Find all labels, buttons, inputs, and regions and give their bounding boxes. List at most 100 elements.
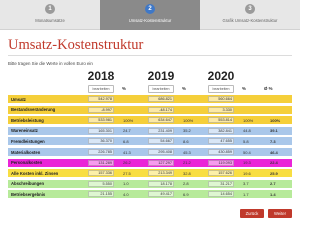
value-field[interactable]: 3.330 <box>208 106 234 113</box>
value-field[interactable]: 533.981 <box>88 117 114 124</box>
value-field[interactable]: 131.289 <box>88 159 114 166</box>
value-field[interactable]: 560.664 <box>208 96 234 102</box>
step-3[interactable]: 3 Grafik Umsatz-Kostenstruktur <box>200 0 300 30</box>
page-title: Umsatz-Kostenstruktur <box>8 37 144 53</box>
step-label: Monatsumsätze <box>35 18 65 23</box>
edit-button-2020[interactable]: bearbeiten <box>208 85 234 93</box>
table-row: Abschreibungen 5.550 1.0 18.178 2.8 31.217 3.7… <box>8 179 292 188</box>
step-label: Grafik Umsatz-Kostenstruktur <box>222 18 278 23</box>
percent-value: 41.3 <box>123 149 131 155</box>
value-field[interactable]: 21.155 <box>88 191 114 198</box>
row-label: Personalkosten <box>11 160 43 166</box>
value-field[interactable]: 54.667 <box>148 138 174 145</box>
avg-percent-value: 22.4 <box>270 160 278 166</box>
value-field[interactable]: 165.301 <box>88 127 114 134</box>
avg-pct-header: Ø % <box>264 86 273 91</box>
step-number: 1 <box>45 4 55 14</box>
avg-percent-value: 2.7 <box>270 181 276 187</box>
row-label: Alle Kosten inkl. Zinsen <box>11 170 59 176</box>
percent-value: 2.8 <box>183 181 189 187</box>
title-divider <box>8 55 292 56</box>
percent-value: 50.4 <box>243 149 251 155</box>
pct-header: % <box>122 86 126 91</box>
value-field[interactable]: -8.997 <box>88 106 114 113</box>
row-label: Abschreibungen <box>11 181 45 187</box>
table-row: Materialkosten 226.785 41.3 295.408 45.3 430.… <box>8 148 292 156</box>
year-header-2018: 2018 <box>87 69 115 83</box>
value-field[interactable]: 295.408 <box>148 149 174 155</box>
pct-header: % <box>242 86 246 91</box>
avg-percent-value: 39.1 <box>270 128 278 134</box>
step-2-active[interactable]: 2 Umsatz-Kostenstruktur <box>100 0 200 30</box>
value-field[interactable]: 213.349 <box>148 170 174 177</box>
percent-value: 45.3 <box>183 149 191 155</box>
row-label: Fremdleistungen <box>11 138 45 144</box>
value-field[interactable]: 47.655 <box>208 138 234 145</box>
value-field[interactable]: 18.178 <box>148 180 174 187</box>
value-field[interactable]: 14.654 <box>208 191 234 198</box>
table-row: Fremdleistungen 36.370 6.8 54.667 8.6 47.655 5… <box>8 137 292 146</box>
value-field[interactable]: 157.336 <box>88 170 114 177</box>
table-row: Bestandsveränderung -8.997 -48.174 3.330 <box>8 105 292 114</box>
percent-value: 24.7 <box>123 128 131 134</box>
intro-text: Bitte tragen Sie die Werte in vollen Eur… <box>8 61 93 66</box>
row-label: Materialkosten <box>11 149 41 155</box>
edit-button-2019[interactable]: bearbeiten <box>148 85 174 93</box>
percent-value: 6.8 <box>123 138 129 144</box>
percent-value: 4.0 <box>123 191 129 197</box>
percent-value: 100% <box>123 117 134 123</box>
percent-value: 26.2 <box>123 160 131 166</box>
edit-button-2018[interactable]: bearbeiten <box>88 85 114 93</box>
value-field[interactable]: 231.409 <box>148 127 174 134</box>
value-field[interactable]: 127.297 <box>148 159 174 166</box>
avg-percent-value: 100% <box>270 117 281 123</box>
value-field[interactable]: 686.821 <box>148 96 174 102</box>
value-field[interactable]: 226.785 <box>88 149 114 155</box>
percent-value: 100% <box>183 117 194 123</box>
value-field[interactable]: 542.978 <box>88 96 114 102</box>
avg-percent-value: 1.4 <box>270 191 276 197</box>
percent-value: 21.2 <box>183 160 191 166</box>
table-row: Betriebsergebnis 21.155 4.0 49.417 6.9 14.654… <box>8 190 292 199</box>
value-field[interactable]: 36.370 <box>88 138 114 145</box>
value-field[interactable]: 634.647 <box>148 117 174 124</box>
value-field[interactable]: 382.841 <box>208 127 234 134</box>
table-row: Personalkosten 131.289 26.2 127.297 21.2 119.… <box>8 158 292 167</box>
next-button[interactable]: Weiter <box>268 209 292 218</box>
percent-value: 5.8 <box>243 138 249 144</box>
percent-value: 19.3 <box>243 160 251 166</box>
table-row: Wareneinsatz 165.301 24.7 231.409 35.2 382.84… <box>8 126 292 135</box>
percent-value: 3.7 <box>243 181 249 187</box>
percent-value: 100% <box>243 117 254 123</box>
year-header-2019: 2019 <box>147 69 175 83</box>
value-field[interactable]: 430.859 <box>208 149 234 155</box>
row-label: Betriebsleistung <box>11 117 44 123</box>
percent-value: 32.8 <box>183 170 191 176</box>
wizard-steps: 1 Monatsumsätze 2 Umsatz-Kostenstruktur … <box>0 0 300 30</box>
value-field[interactable]: 119.093 <box>208 159 234 166</box>
value-field[interactable]: 5.550 <box>88 180 114 187</box>
percent-value: 35.2 <box>183 128 191 134</box>
avg-percent-value: 25.9 <box>270 170 278 176</box>
table-row: Betriebsleistung 533.981 100% 634.647 100% 55… <box>8 116 292 125</box>
step-number: 3 <box>245 4 255 14</box>
step-1[interactable]: 1 Monatsumsätze <box>0 0 100 30</box>
row-label: Bestandsveränderung <box>11 107 56 113</box>
avg-percent-value: 46.4 <box>270 149 278 155</box>
table-row: Umsatz 542.978 686.821 560.664 <box>8 95 292 103</box>
year-header-2020: 2020 <box>207 69 235 83</box>
row-label: Betriebsergebnis <box>11 191 46 197</box>
value-field[interactable]: 49.417 <box>148 191 174 198</box>
value-field[interactable]: 31.217 <box>208 180 234 187</box>
value-field[interactable]: -48.174 <box>148 106 174 113</box>
percent-value: 1.0 <box>123 181 129 187</box>
back-button[interactable]: Zurück <box>240 209 264 218</box>
row-label: Umsatz <box>11 96 26 102</box>
percent-value: 6.9 <box>183 191 189 197</box>
percent-value: 44.8 <box>243 128 251 134</box>
percent-value: 19.6 <box>243 170 251 176</box>
table-row: Alle Kosten inkl. Zinsen 157.336 27.5 213.3… <box>8 169 292 178</box>
value-field[interactable]: 157.626 <box>208 170 234 177</box>
value-field[interactable]: 553.814 <box>208 117 234 124</box>
percent-value: 1.7 <box>243 191 249 197</box>
